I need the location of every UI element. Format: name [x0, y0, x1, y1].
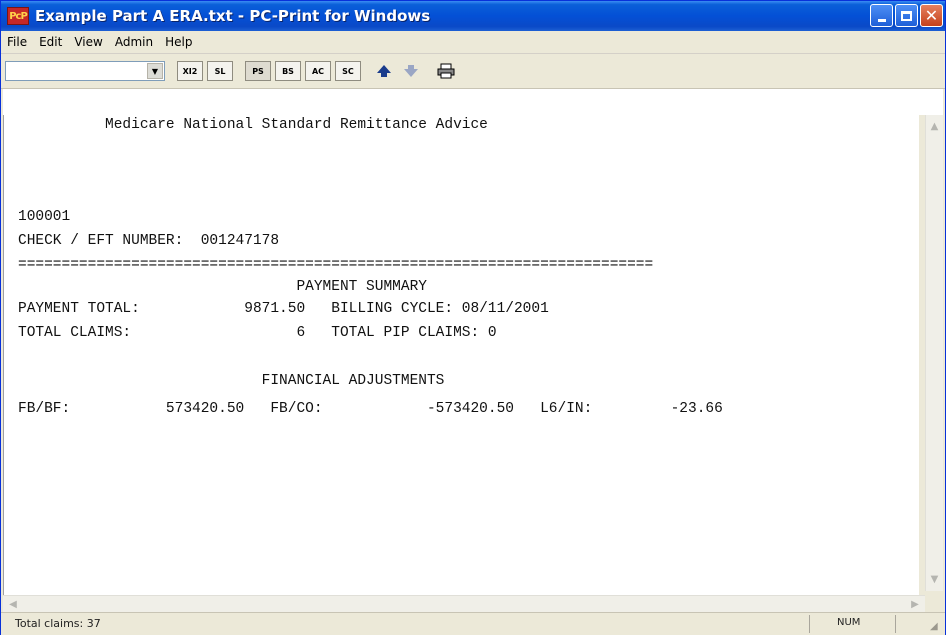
sl-button[interactable]: SL: [207, 61, 233, 81]
menu-bar: File Edit View Admin Help: [1, 31, 945, 54]
sc-button[interactable]: SC: [335, 61, 361, 81]
ac-button[interactable]: AC: [305, 61, 331, 81]
minimize-button[interactable]: [870, 4, 893, 27]
menu-help[interactable]: Help: [159, 35, 198, 49]
doc-line: CHECK / EFT NUMBER: 001247178: [18, 233, 280, 249]
status-bar: Total claims: 37 NUM ◢: [1, 612, 945, 635]
menu-file[interactable]: File: [1, 35, 33, 49]
toolbar: ▼ XI2 SL PS BS AC SC: [1, 54, 945, 89]
document-view[interactable]: Medicare National Standard Remittance Ad…: [3, 115, 919, 595]
menu-admin[interactable]: Admin: [109, 35, 159, 49]
arrow-up-button[interactable]: [372, 60, 396, 82]
print-button[interactable]: [434, 60, 458, 82]
scroll-left-icon[interactable]: ◀: [5, 596, 21, 612]
doc-line: TOTAL CLAIMS: 6 TOTAL PIP CLAIMS: 0: [18, 325, 497, 341]
doc-line: ========================================…: [18, 257, 654, 273]
close-button[interactable]: ✕: [920, 4, 943, 27]
toolbar-combo[interactable]: ▼: [5, 61, 165, 81]
doc-line: FB/BF: 573420.50 FB/CO: -573420.50 L6/IN…: [18, 401, 723, 417]
doc-line: 100001: [18, 209, 71, 225]
app-icon[interactable]: PcP: [7, 7, 29, 25]
menu-edit[interactable]: Edit: [33, 35, 68, 49]
close-icon: ✕: [924, 5, 939, 25]
doc-line: FINANCIAL ADJUSTMENTS: [18, 373, 445, 389]
scroll-right-icon[interactable]: ▶: [907, 596, 923, 612]
xi2-button[interactable]: XI2: [177, 61, 203, 81]
maximize-icon: [901, 10, 912, 21]
status-num-lock: NUM: [837, 617, 861, 628]
maximize-button[interactable]: [895, 4, 918, 27]
arrow-down-icon: [404, 65, 418, 77]
vertical-scrollbar[interactable]: ▲ ▼: [925, 115, 943, 591]
status-divider: [895, 615, 896, 633]
printer-icon: [437, 63, 455, 79]
doc-line: PAYMENT SUMMARY: [18, 279, 427, 295]
minimize-icon: [877, 18, 886, 22]
status-divider: [809, 615, 810, 633]
horizontal-scrollbar[interactable]: ◀ ▶: [3, 595, 925, 612]
bs-button[interactable]: BS: [275, 61, 301, 81]
menu-view[interactable]: View: [68, 35, 108, 49]
status-total-claims: Total claims: 37: [15, 617, 101, 630]
ps-button[interactable]: PS: [245, 61, 271, 81]
app-window: PcP Example Part A ERA.txt - PC-Print fo…: [0, 0, 946, 635]
document-top: [3, 89, 943, 115]
arrow-down-button[interactable]: [399, 60, 423, 82]
doc-line: PAYMENT TOTAL: 9871.50 BILLING CYCLE: 08…: [18, 301, 549, 317]
doc-line: Medicare National Standard Remittance Ad…: [18, 117, 488, 133]
resize-grip-icon[interactable]: ◢: [930, 621, 942, 633]
scroll-up-icon[interactable]: ▲: [927, 119, 942, 134]
title-bar[interactable]: PcP Example Part A ERA.txt - PC-Print fo…: [1, 1, 945, 31]
arrow-up-icon: [377, 65, 391, 77]
chevron-down-icon[interactable]: ▼: [147, 63, 163, 79]
window-title: Example Part A ERA.txt - PC-Print for Wi…: [35, 7, 431, 25]
window-controls: ✕: [870, 4, 943, 27]
scroll-down-icon[interactable]: ▼: [927, 572, 942, 587]
